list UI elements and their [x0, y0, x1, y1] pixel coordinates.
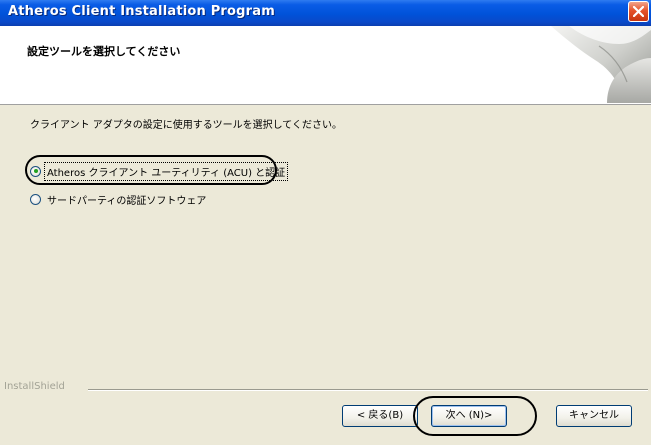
instruction-text: クライアント アダプタの設定に使用するツールを選択してください。	[30, 120, 342, 131]
title-bar[interactable]: Atheros Client Installation Program	[0, 0, 651, 26]
option-label: サードパーティの認証ソフトウェア	[47, 195, 207, 207]
option-label: Atheros クライアント ユーティリティ (ACU) と認証	[43, 161, 289, 181]
installer-window: Atheros Client Installation Program 設定ツー…	[0, 0, 651, 445]
close-button[interactable]	[628, 1, 649, 22]
page-title: 設定ツールを選択してください	[27, 45, 181, 58]
footer-separator	[88, 389, 648, 391]
cancel-button[interactable]: キャンセル	[556, 405, 632, 427]
radio-button-selected[interactable]	[30, 165, 41, 177]
close-icon	[633, 6, 644, 17]
option-atheros-acu[interactable]: Atheros クライアント ユーティリティ (ACU) と認証	[30, 161, 289, 181]
installshield-brand: InstallShield	[4, 381, 65, 392]
back-button[interactable]: < 戻る(B)	[342, 405, 418, 427]
installshield-header-art	[551, 26, 651, 103]
option-third-party[interactable]: サードパーティの認証ソフトウェア	[30, 191, 208, 207]
content-panel: クライアント アダプタの設定に使用するツールを選択してください。 Atheros…	[0, 105, 651, 392]
next-button[interactable]: 次へ (N)>	[431, 405, 507, 427]
header-panel: 設定ツールを選択してください	[0, 26, 651, 105]
window-title: Atheros Client Installation Program	[8, 4, 276, 19]
radio-button[interactable]	[30, 193, 41, 205]
